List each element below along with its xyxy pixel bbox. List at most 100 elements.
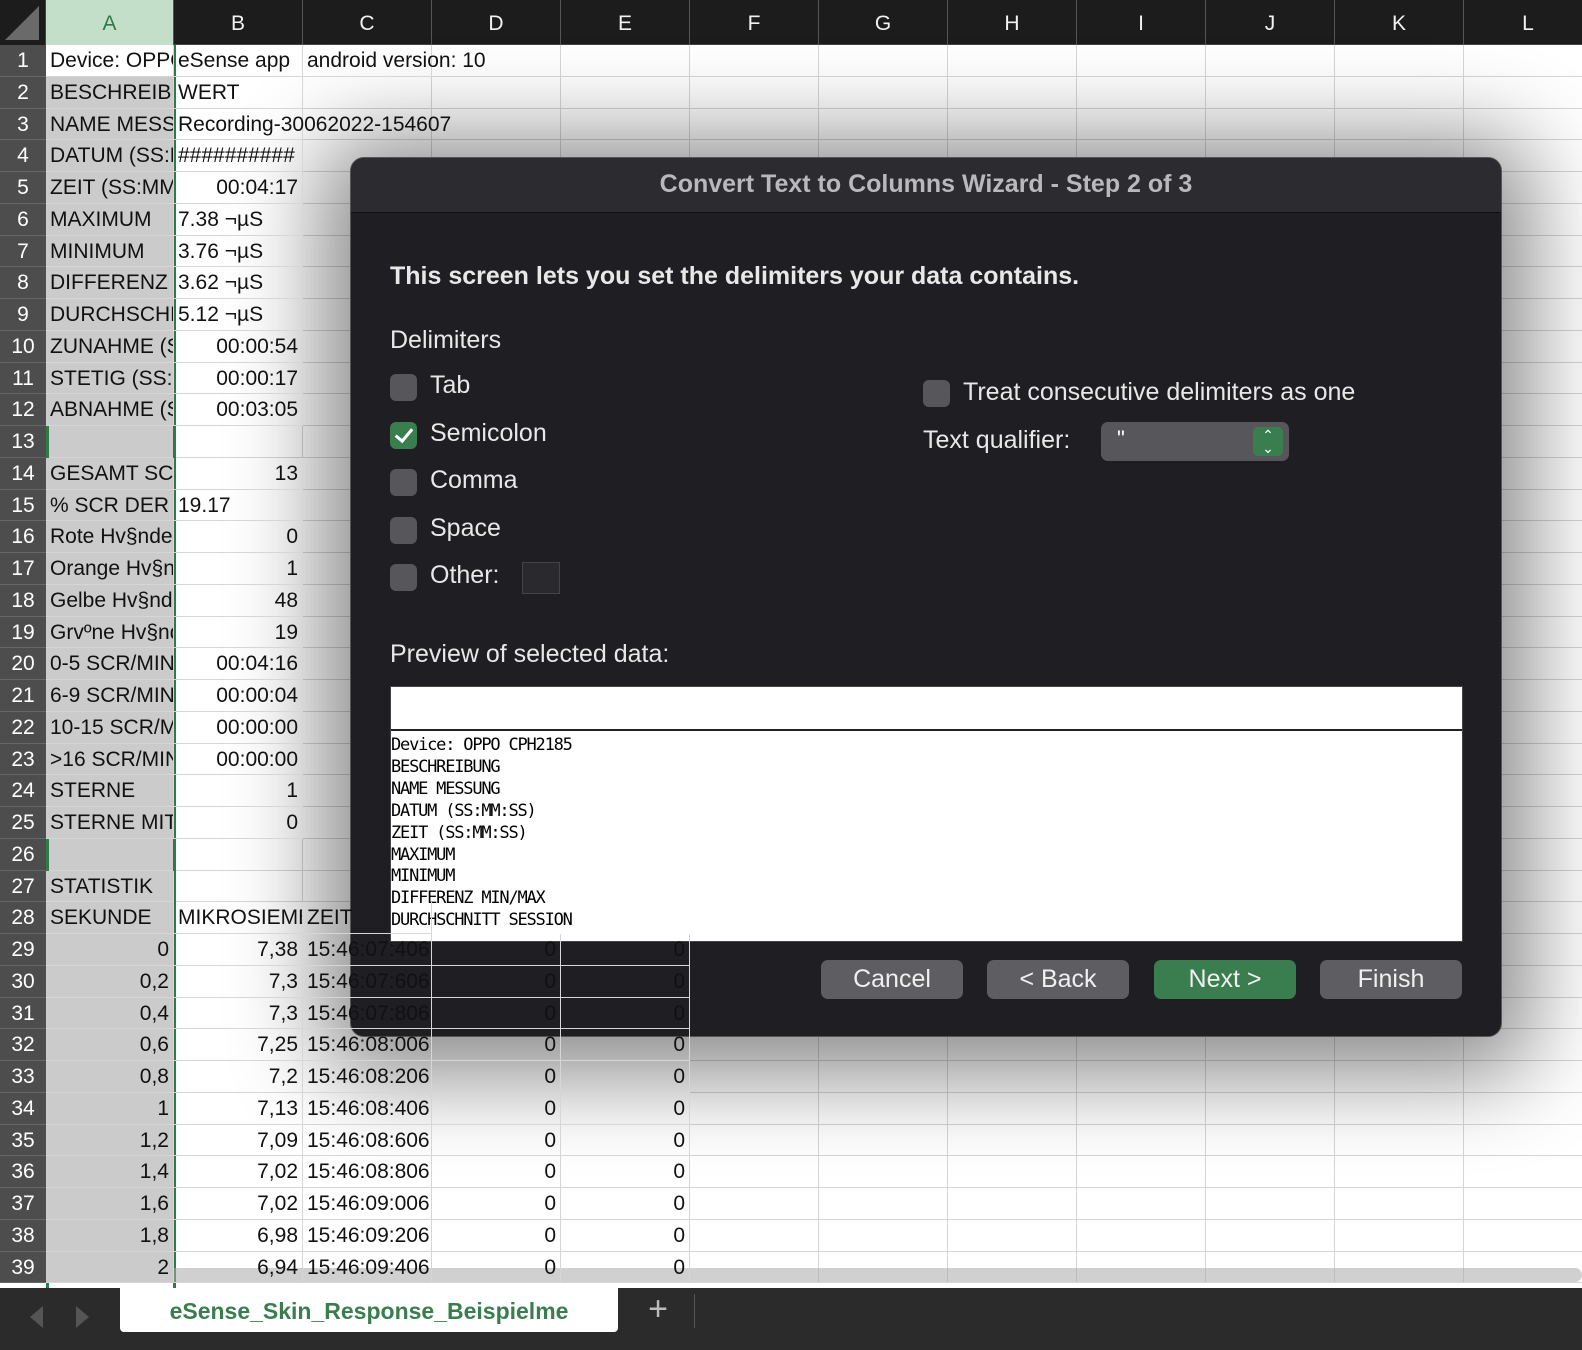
cell-d39[interactable]: 0 <box>432 1251 561 1284</box>
cell-j3[interactable] <box>1206 108 1335 141</box>
cell-b21[interactable]: 00:00:04 <box>174 680 303 712</box>
cell-d37[interactable]: 0 <box>432 1188 561 1220</box>
cell-b2[interactable]: WERT <box>174 76 303 109</box>
cell-f2[interactable] <box>690 76 819 109</box>
cell-h3[interactable] <box>948 108 1077 141</box>
cell-b28[interactable]: MIKROSIEMENS <box>174 902 303 934</box>
cell-a10[interactable]: ZUNAHME (SS:MM:SS) <box>46 330 174 363</box>
cell-j2[interactable] <box>1206 76 1335 109</box>
cell-b29[interactable]: 7,38 <box>174 934 303 966</box>
cell-i3[interactable] <box>1077 108 1206 141</box>
column-header-d[interactable]: D <box>432 0 561 45</box>
cell-b36[interactable]: 7,02 <box>174 1156 303 1188</box>
row-header[interactable]: 17 <box>0 553 46 585</box>
cell-d30[interactable]: 0 <box>432 965 561 998</box>
next-button[interactable]: Next > <box>1154 960 1296 999</box>
cell-a5[interactable]: ZEIT (SS:MM:SS) <box>46 172 174 204</box>
cell-l36[interactable] <box>1464 1156 1582 1188</box>
cell-g1[interactable] <box>819 45 948 77</box>
column-header-g[interactable]: G <box>819 0 948 45</box>
back-button[interactable]: < Back <box>987 960 1129 999</box>
column-header-j[interactable]: J <box>1206 0 1335 45</box>
cell-j36[interactable] <box>1206 1156 1335 1188</box>
cell-b38[interactable]: 6,98 <box>174 1219 303 1252</box>
cell-h34[interactable] <box>948 1092 1077 1125</box>
cell-b3[interactable]: Recording-30062022-154607 <box>174 108 451 141</box>
cell-b16[interactable]: 0 <box>174 521 303 553</box>
row-header[interactable]: 31 <box>0 997 46 1030</box>
cell-i38[interactable] <box>1077 1219 1206 1252</box>
cell-d32[interactable]: 0 <box>432 1029 561 1061</box>
cell-b9[interactable]: 5.12 ¬µS <box>174 299 303 331</box>
row-header[interactable]: 3 <box>0 108 46 141</box>
text-qualifier-select[interactable]: " ⌃ ⌄ <box>1101 422 1289 461</box>
row-header[interactable]: 32 <box>0 1029 46 1061</box>
cell-l35[interactable] <box>1464 1125 1582 1157</box>
column-header-e[interactable]: E <box>561 0 690 45</box>
cell-e29[interactable]: 0 <box>561 934 690 966</box>
cell-c33[interactable]: 15:46:08:206 <box>303 1061 432 1093</box>
column-header-k[interactable]: K <box>1335 0 1464 45</box>
cell-a17[interactable]: Orange Hv§nde <box>46 553 174 585</box>
cell-i1[interactable] <box>1077 45 1206 77</box>
cell-d34[interactable]: 0 <box>432 1092 561 1125</box>
other-delimiter-input[interactable] <box>522 562 560 594</box>
cell-b37[interactable]: 7,02 <box>174 1188 303 1220</box>
cell-b20[interactable]: 00:04:16 <box>174 648 303 680</box>
cell-e3[interactable] <box>561 108 690 141</box>
cell-c28[interactable]: ZEIT <box>303 902 432 934</box>
cell-h36[interactable] <box>948 1156 1077 1188</box>
cell-k3[interactable] <box>1335 108 1464 141</box>
row-header[interactable]: 19 <box>0 616 46 649</box>
cell-b39[interactable]: 6,94 <box>174 1251 303 1284</box>
row-header[interactable]: 36 <box>0 1156 46 1188</box>
row-header[interactable]: 11 <box>0 362 46 395</box>
column-header-c[interactable]: C <box>303 0 432 45</box>
row-header[interactable]: 29 <box>0 934 46 966</box>
cell-a9[interactable]: DURCHSCHNITT SESSION <box>46 299 174 331</box>
delimiter-semicolon-checkbox[interactable] <box>390 421 417 449</box>
select-all-corner[interactable] <box>0 0 46 45</box>
row-header[interactable]: 18 <box>0 584 46 617</box>
cell-a22[interactable]: 10-15 SCR/MIN <box>46 711 174 744</box>
cell-k2[interactable] <box>1335 76 1464 109</box>
cell-a4[interactable]: DATUM (SS:MM:SS) <box>46 140 174 172</box>
column-header-i[interactable]: I <box>1077 0 1206 45</box>
cell-b5[interactable]: 00:04:17 <box>174 172 303 204</box>
cell-h1[interactable] <box>948 45 1077 77</box>
delimiter-space-checkbox[interactable] <box>390 516 417 544</box>
cell-c34[interactable]: 15:46:08:406 <box>303 1092 432 1125</box>
delimiter-comma-checkbox[interactable] <box>390 469 417 496</box>
row-header[interactable]: 27 <box>0 870 46 903</box>
cell-b17[interactable]: 1 <box>174 553 303 585</box>
cell-g37[interactable] <box>819 1188 948 1220</box>
cell-i33[interactable] <box>1077 1061 1206 1093</box>
cell-g38[interactable] <box>819 1219 948 1252</box>
cell-c38[interactable]: 15:46:09:206 <box>303 1219 432 1252</box>
row-header[interactable]: 28 <box>0 902 46 934</box>
row-header[interactable]: 37 <box>0 1188 46 1220</box>
cell-k1[interactable] <box>1335 45 1464 77</box>
cell-b33[interactable]: 7,2 <box>174 1061 303 1093</box>
row-header[interactable]: 1 <box>0 45 46 77</box>
cell-a11[interactable]: STETIG (SS:MM:SS) <box>46 362 174 395</box>
next-sheet-arrow-icon[interactable] <box>76 1306 89 1328</box>
row-header[interactable]: 24 <box>0 775 46 807</box>
cell-a27[interactable]: STATISTIK <box>46 870 174 903</box>
cell-a24[interactable]: STERNE <box>46 775 174 807</box>
cell-g36[interactable] <box>819 1156 948 1188</box>
delimiter-tab-checkbox[interactable] <box>390 374 417 401</box>
cell-b6[interactable]: 7.38 ¬µS <box>174 203 303 236</box>
cell-l37[interactable] <box>1464 1188 1582 1220</box>
cell-d36[interactable]: 0 <box>432 1156 561 1188</box>
cell-k36[interactable] <box>1335 1156 1464 1188</box>
cell-j34[interactable] <box>1206 1092 1335 1125</box>
cell-e2[interactable] <box>561 76 690 109</box>
row-header[interactable]: 30 <box>0 965 46 998</box>
cell-b12[interactable]: 00:03:05 <box>174 394 303 426</box>
cell-i35[interactable] <box>1077 1124 1206 1157</box>
cell-b22[interactable]: 00:00:00 <box>174 711 303 744</box>
cell-a39[interactable]: 2 <box>46 1251 174 1284</box>
cell-a35[interactable]: 1,2 <box>46 1124 174 1157</box>
cell-f38[interactable] <box>690 1219 819 1252</box>
